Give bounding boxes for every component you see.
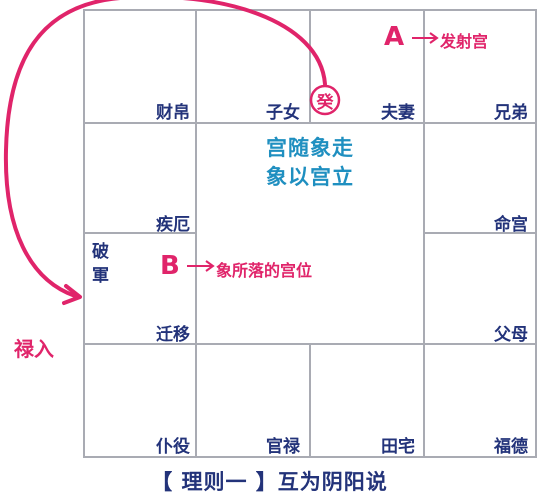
label-b-text: 象所落的宫位 — [216, 261, 313, 280]
palace-qianyi: 迁移 — [156, 325, 190, 345]
caption: 【 理则一 】互为阴阳说 — [151, 470, 388, 494]
palace-zinv: 子女 — [266, 103, 300, 123]
palace-tianzhai: 田宅 — [381, 437, 415, 457]
palace-caibo: 财帛 — [156, 103, 190, 123]
label-b: B — [160, 251, 180, 281]
palace-fuqi: 夫妻 — [381, 103, 415, 123]
stem-gui: 癸 — [316, 92, 334, 113]
label-a-text: 发射宫 — [440, 32, 489, 51]
chart-board — [3, 0, 537, 458]
palace-fude: 福德 — [494, 437, 528, 457]
center-line-1: 宫随象走 — [266, 136, 354, 160]
star-pojun: 破軍 — [92, 242, 109, 286]
palace-puyi: 仆役 — [156, 437, 190, 457]
palace-guanlu: 官禄 — [266, 437, 300, 457]
palace-ming: 命宫 — [494, 215, 528, 235]
label-a: A — [384, 22, 405, 52]
palace-xiongdi: 兄弟 — [494, 103, 528, 123]
palace-fumu: 父母 — [494, 325, 528, 345]
center-line-2: 象以宫立 — [266, 165, 354, 189]
lu-ru-label: 禄入 — [14, 337, 54, 361]
palace-jie: 疾厄 — [156, 215, 190, 235]
